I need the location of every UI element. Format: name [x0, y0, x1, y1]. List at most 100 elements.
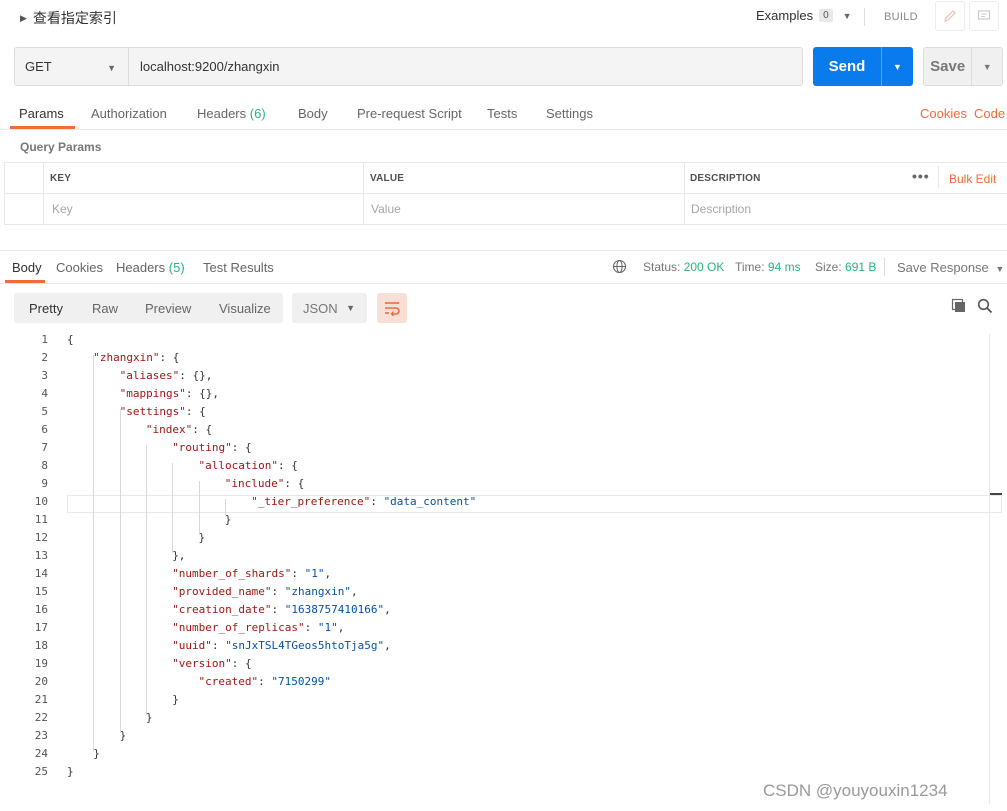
line-number: 9 [41, 477, 48, 490]
build-button[interactable]: BUILD [884, 11, 918, 23]
format-pretty[interactable]: Pretty [29, 301, 63, 316]
save-label: Save [930, 58, 966, 75]
size-label: Size: [815, 260, 842, 274]
line-number: 7 [41, 441, 48, 454]
line-number: 10 [34, 495, 48, 508]
column-header-value: VALUE [370, 173, 405, 184]
tab-authorization[interactable]: Authorization [91, 106, 167, 121]
table-border [4, 162, 1007, 163]
code-line: "version": { [172, 657, 252, 670]
wrap-lines-button[interactable] [377, 293, 407, 323]
indent-guide [172, 463, 174, 553]
tab-tests[interactable]: Tests [487, 106, 517, 121]
table-border [4, 224, 1007, 225]
line-number: 22 [34, 711, 48, 724]
divider [0, 283, 1007, 284]
examples-count-badge: 0 [819, 9, 833, 22]
code-line: "mappings": {}, [119, 387, 219, 400]
search-icon[interactable] [977, 298, 993, 317]
table-border [363, 162, 364, 224]
format-visualize[interactable]: Visualize [219, 301, 271, 316]
send-button[interactable]: Send ▼ [813, 47, 913, 86]
method-select[interactable]: GET ▼ [14, 47, 129, 86]
line-number: 17 [34, 621, 48, 634]
tab-response-cookies[interactable]: Cookies [56, 260, 103, 275]
save-response-button[interactable]: Save Response ▼ [897, 260, 1004, 275]
indent-guide [93, 355, 95, 751]
code-line: "uuid": "snJxTSL4TGeos5htoTja5g", [172, 639, 391, 652]
chevron-down-icon[interactable]: ▼ [972, 62, 1002, 72]
code-line: "include": { [224, 477, 305, 490]
line-number: 4 [41, 387, 48, 400]
chevron-down-icon: ▼ [995, 264, 1005, 274]
save-button[interactable]: Save ▼ [923, 47, 1003, 86]
top-bar: ▶ 查看指定索引 Examples 0 ▼ BUILD [0, 0, 1007, 34]
indent-guide [198, 481, 200, 535]
headers-count: (6) [249, 106, 266, 121]
code-line: "number_of_shards": "1", [172, 567, 332, 580]
language-select[interactable]: JSON ▼ [292, 293, 367, 323]
cookies-link[interactable]: Cookies [920, 106, 967, 121]
table-border [43, 162, 44, 224]
expand-caret-icon[interactable]: ▶ [20, 13, 27, 24]
tab-response-headers[interactable]: Headers (5) [116, 260, 185, 275]
comments-button[interactable] [969, 1, 999, 31]
tab-headers[interactable]: Headers (6) [197, 106, 266, 121]
value-input[interactable]: Value [371, 202, 401, 216]
globe-icon[interactable] [612, 259, 627, 277]
url-input[interactable]: localhost:9200/zhangxin [129, 47, 803, 86]
description-input[interactable]: Description [691, 202, 751, 216]
method-value: GET [25, 59, 52, 74]
tab-settings[interactable]: Settings [546, 106, 593, 121]
code-line: { [67, 333, 74, 346]
tab-params[interactable]: Params [19, 106, 64, 121]
more-options-icon[interactable]: ••• [912, 168, 930, 184]
bulk-edit-link[interactable]: Bulk Edit [949, 172, 996, 186]
line-number: 25 [34, 765, 48, 778]
tab-body[interactable]: Body [298, 106, 328, 121]
code-line: "zhangxin": { [93, 351, 180, 364]
line-number: 3 [41, 369, 48, 382]
comment-icon [977, 10, 991, 20]
column-header-description: DESCRIPTION [690, 173, 761, 184]
request-tabs: Params Authorization Headers (6) Body Pr… [0, 100, 1007, 130]
code-line: "number_of_replicas": "1", [172, 621, 345, 634]
tab-test-results[interactable]: Test Results [203, 260, 274, 275]
format-preview[interactable]: Preview [145, 301, 191, 316]
time-info: Time: 94 ms [735, 260, 801, 274]
indent-guide [119, 409, 121, 733]
pencil-icon [944, 10, 956, 22]
chevron-down-icon: ▼ [107, 63, 116, 73]
send-label: Send [828, 58, 866, 75]
code-line: "settings": { [119, 405, 206, 418]
code-link[interactable]: Code [974, 106, 1005, 121]
line-number: 2 [41, 351, 48, 364]
table-border [684, 162, 685, 224]
tab-headers-label: Headers [197, 106, 247, 121]
edit-pencil-button[interactable] [935, 1, 965, 31]
scrollbar-track[interactable] [989, 334, 990, 804]
format-raw[interactable]: Raw [92, 301, 118, 316]
divider [884, 258, 885, 276]
tab-response-body[interactable]: Body [12, 260, 42, 275]
chevron-down-icon: ▼ [346, 303, 355, 313]
indent-guide [224, 499, 226, 517]
line-number: 15 [34, 585, 48, 598]
request-title[interactable]: ▶ 查看指定索引 [20, 8, 117, 28]
line-number: 13 [34, 549, 48, 562]
copy-icon[interactable] [951, 298, 967, 317]
line-number: 8 [41, 459, 48, 472]
time-label: Time: [735, 260, 765, 274]
table-border [4, 162, 5, 224]
code-line: "routing": { [172, 441, 252, 454]
line-number: 18 [34, 639, 48, 652]
status-info: Status: 200 OK [643, 260, 724, 274]
watermark: CSDN @youyouxin1234 [763, 781, 948, 800]
chevron-down-icon[interactable]: ▼ [882, 62, 913, 72]
tab-prerequest-script[interactable]: Pre-request Script [357, 106, 462, 121]
size-info: Size: 691 B [815, 260, 876, 274]
examples-dropdown[interactable]: Examples 0 ▼ [756, 8, 852, 23]
key-input[interactable]: Key [52, 202, 73, 216]
language-value: JSON [303, 300, 338, 316]
line-number: 14 [34, 567, 48, 580]
